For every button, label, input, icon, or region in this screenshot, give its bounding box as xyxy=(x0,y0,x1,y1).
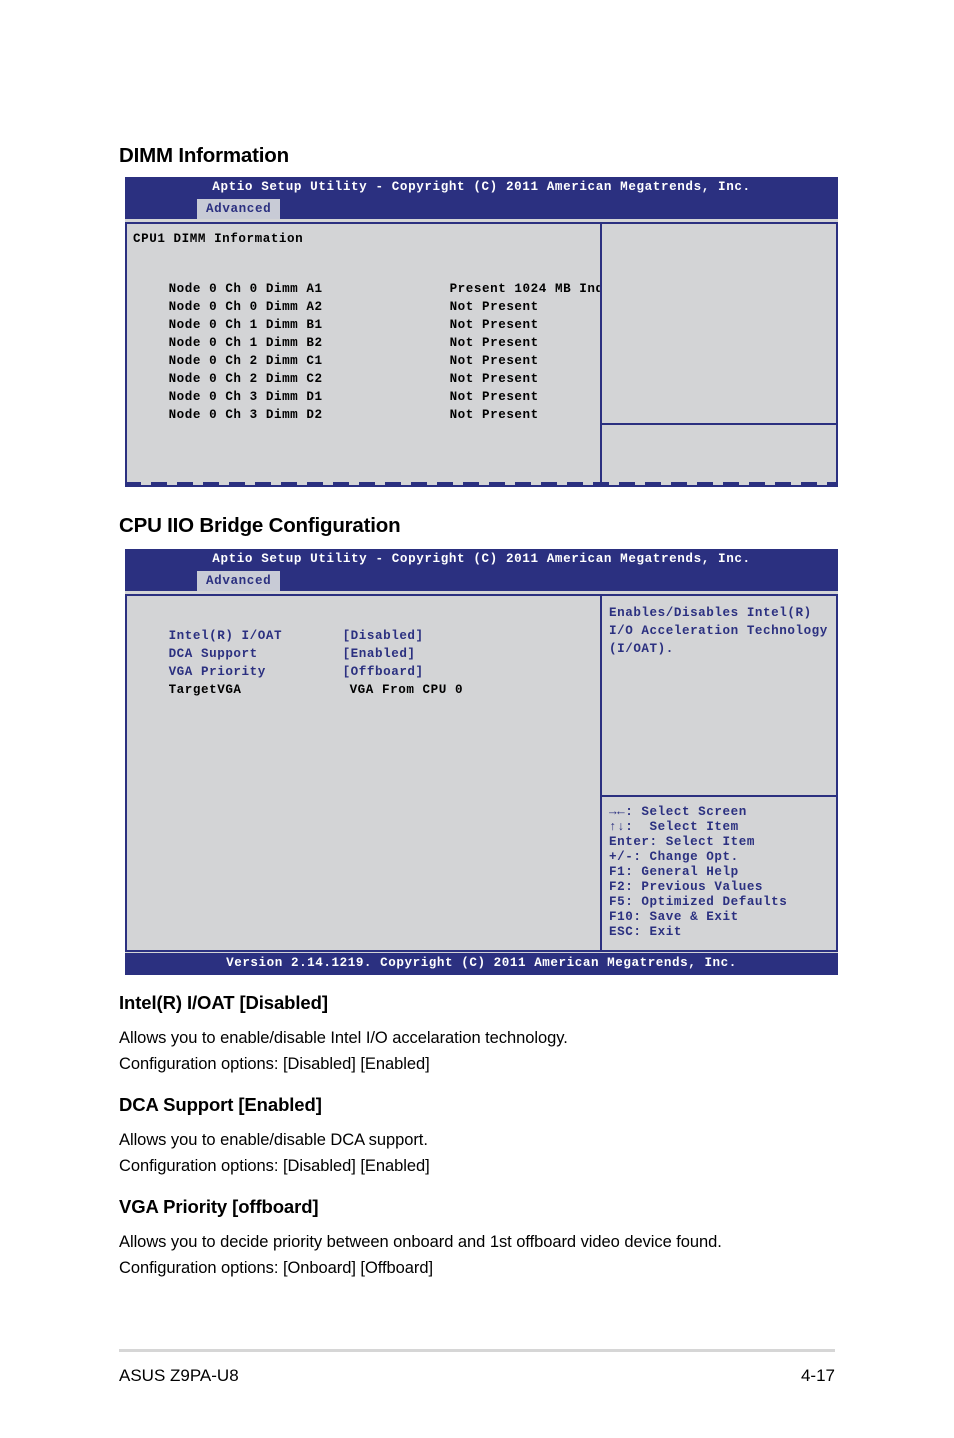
description-line: Configuration options: [Disabled] [Enabl… xyxy=(119,1055,430,1073)
help-line: Enables/Disables Intel(R) xyxy=(609,606,812,620)
nav-hint-f2: F2: Previous Values xyxy=(609,880,764,894)
footer-page-number: 4-17 xyxy=(800,1366,835,1385)
help-line: I/O Acceleration Technology xyxy=(609,624,828,638)
bios1-clipped-edge xyxy=(125,482,838,487)
nav-hint-f10: F10: Save & Exit xyxy=(609,910,739,924)
bios2-settings-pane: Intel(R) I/OAT [Disabled] DCA Support [Ena… xyxy=(125,594,603,952)
section-heading-dimm-information: DIMM Information xyxy=(119,144,289,167)
nav-hint-select-screen: →←: Select Screen xyxy=(609,805,747,819)
nav-hint-f5: F5: Optimized Defaults xyxy=(609,895,788,909)
table-row[interactable]: Node 0 Ch 3 Dimm D2 Not Present xyxy=(133,387,539,441)
bios1-nav-pane xyxy=(600,423,838,487)
footer-product-name: ASUS Z9PA-U8 xyxy=(119,1366,239,1385)
bios1-title: Aptio Setup Utility - Copyright (C) 2011… xyxy=(212,180,751,194)
bios1-group-label: CPU1 DIMM Information xyxy=(133,232,304,246)
description-heading-intel-ioat: Intel(R) I/OAT [Disabled] xyxy=(119,992,328,1013)
description-heading-vga-priority: VGA Priority [offboard] xyxy=(119,1196,319,1217)
dimm-label: Node 0 Ch 3 Dimm D2 xyxy=(168,408,323,422)
description-line: Configuration options: [Onboard] [Offboa… xyxy=(119,1259,433,1277)
bios2-version-text: Version 2.14.1219. Copyright (C) 2011 Am… xyxy=(226,956,737,970)
manual-page: DIMM Information Aptio Setup Utility - C… xyxy=(0,0,954,1438)
setting-value: VGA From CPU 0 xyxy=(349,683,464,697)
footer-divider xyxy=(119,1349,835,1352)
bios1-tabbar: Advanced xyxy=(125,199,838,219)
description-line: Configuration options: [Disabled] [Enabl… xyxy=(119,1157,430,1175)
nav-hint-esc: ESC: Exit xyxy=(609,925,682,939)
nav-hint-enter: Enter: Select Item xyxy=(609,835,755,849)
section-heading-cpu-iio-bridge-configuration: CPU IIO Bridge Configuration xyxy=(119,514,401,537)
bios1-help-pane xyxy=(600,222,838,425)
nav-hint-select-item-arrows: ↑↓: Select Item xyxy=(609,820,739,834)
bios2-nav-pane: →←: Select Screen ↑↓: Select Item Enter:… xyxy=(600,795,838,952)
bios1-tab-advanced[interactable]: Advanced xyxy=(197,199,281,219)
nav-hint-change-opt: +/-: Change Opt. xyxy=(609,850,739,864)
bios2-help-pane: Enables/Disables Intel(R) I/O Accelerati… xyxy=(600,594,838,797)
description-heading-dca-support: DCA Support [Enabled] xyxy=(119,1094,322,1115)
setting-label: TargetVGA xyxy=(168,683,242,697)
setting-row-targetvga: TargetVGA VGA From CPU 0 xyxy=(133,662,463,716)
description-line: Allows you to enable/disable Intel I/O a… xyxy=(119,1029,568,1047)
bios2-title: Aptio Setup Utility - Copyright (C) 2011… xyxy=(212,552,751,566)
description-line: Allows you to enable/disable DCA support… xyxy=(119,1131,428,1149)
bios-screen-cpu-iio-bridge: Aptio Setup Utility - Copyright (C) 2011… xyxy=(125,549,838,975)
help-line: (I/OAT). xyxy=(609,642,674,656)
bios2-tab-advanced[interactable]: Advanced xyxy=(197,571,281,591)
dimm-value: Not Present xyxy=(449,408,539,422)
bios2-tabbar: Advanced xyxy=(125,571,838,591)
description-line: Allows you to decide priority between on… xyxy=(119,1233,722,1251)
bios-screen-dimm-information: Aptio Setup Utility - Copyright (C) 2011… xyxy=(125,177,838,487)
nav-hint-f1: F1: General Help xyxy=(609,865,739,879)
bios1-settings-pane: CPU1 DIMM Information Node 0 Ch 0 Dimm A… xyxy=(125,222,619,487)
